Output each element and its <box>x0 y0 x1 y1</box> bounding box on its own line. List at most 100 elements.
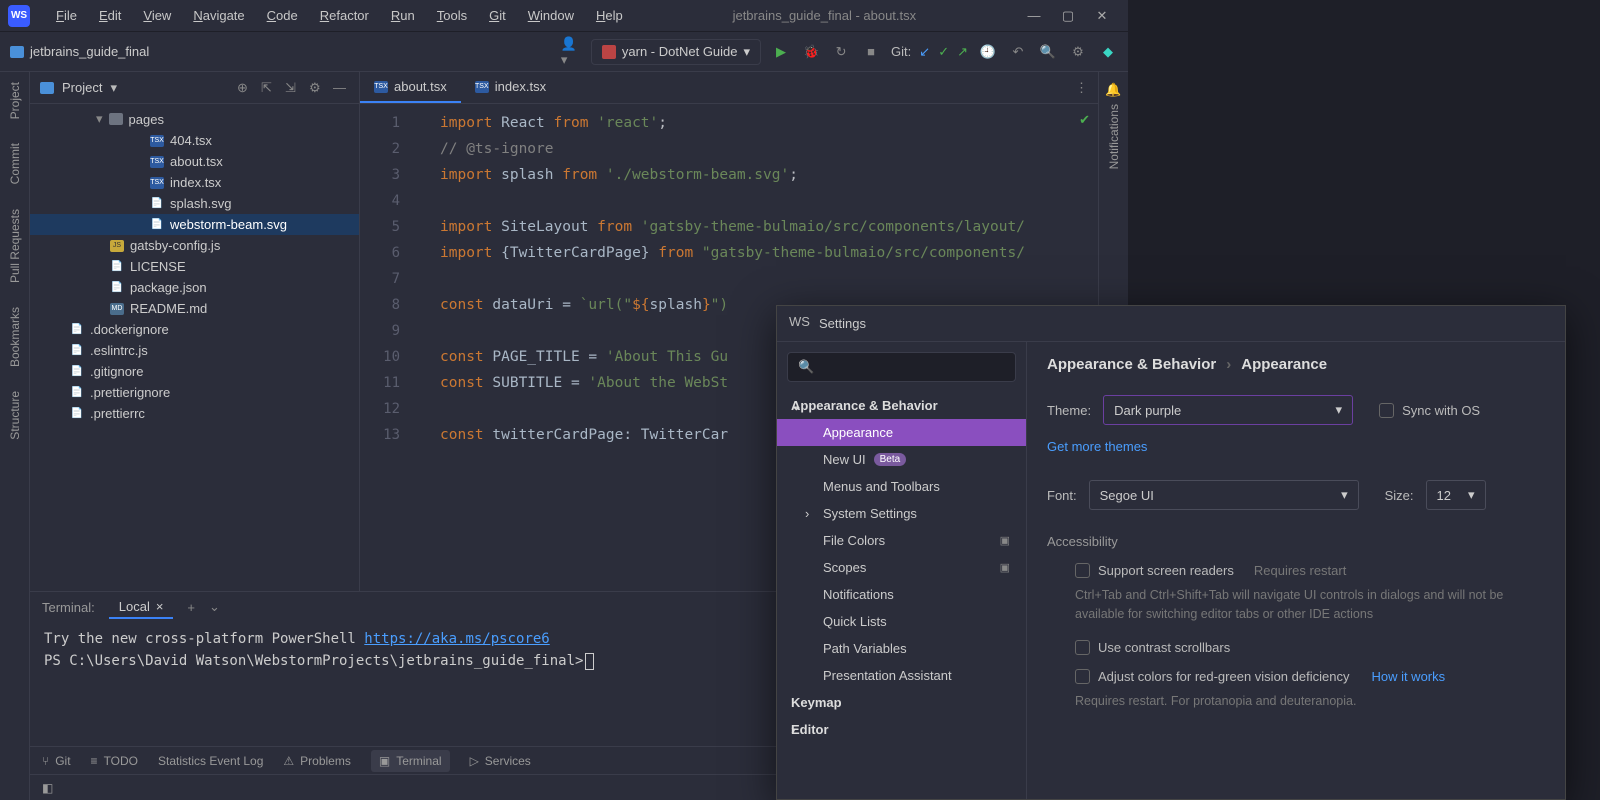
close-button[interactable]: ✕ <box>1094 8 1110 24</box>
new-terminal-icon[interactable]: + <box>187 600 195 615</box>
tree-item-splash-svg[interactable]: 📄splash.svg <box>30 193 359 214</box>
settings-search-input[interactable]: 🔍 <box>787 352 1016 382</box>
tree-item--prettierrc[interactable]: 📄.prettierrc <box>30 403 359 424</box>
tree-item--prettierignore[interactable]: 📄.prettierignore <box>30 382 359 403</box>
settings-item-keymap[interactable]: Keymap <box>777 689 1026 716</box>
tool-windows-icon[interactable]: ◧ <box>42 781 53 795</box>
settings-item-path-variables[interactable]: Path Variables <box>777 635 1026 662</box>
settings-item-notifications[interactable]: Notifications <box>777 581 1026 608</box>
menu-tools[interactable]: Tools <box>427 4 477 27</box>
theme-select[interactable]: Dark purple ▾ <box>1103 395 1353 425</box>
breadcrumb-item[interactable]: Appearance & Behavior <box>1047 356 1216 373</box>
tree-item-README-md[interactable]: MDREADME.md <box>30 298 359 319</box>
editor-tab-index-tsx[interactable]: TSXindex.tsx <box>461 72 560 103</box>
editor-tabs-more-icon[interactable]: ⋮ <box>1065 72 1098 103</box>
settings-tree[interactable]: ⌄Appearance & BehaviorAppearanceNew UIBe… <box>777 392 1026 799</box>
collapse-all-icon[interactable]: ⇲ <box>285 80 301 96</box>
maximize-button[interactable]: ▢ <box>1060 8 1076 24</box>
undo-icon[interactable]: ↶ <box>1008 42 1028 62</box>
inspection-ok-icon[interactable]: ✔ <box>1079 112 1090 128</box>
tree-item-about-tsx[interactable]: TSXabout.tsx <box>30 151 359 172</box>
menu-view[interactable]: View <box>133 4 181 27</box>
settings-item-appearance[interactable]: Appearance <box>777 419 1026 446</box>
settings-icon[interactable]: ⚙ <box>1068 42 1088 62</box>
stripe-structure[interactable]: Structure <box>8 391 22 440</box>
menu-git[interactable]: Git <box>479 4 516 27</box>
tree-item--dockerignore[interactable]: 📄.dockerignore <box>30 319 359 340</box>
menu-edit[interactable]: Edit <box>89 4 131 27</box>
sync-os-checkbox[interactable] <box>1379 403 1394 418</box>
git-commit-icon[interactable]: ✓ <box>938 44 949 60</box>
bottom-tab-git[interactable]: ⑂Git <box>42 754 71 768</box>
settings-item-file-colors[interactable]: File Colors▣ <box>777 527 1026 554</box>
tree-item-package-json[interactable]: 📄package.json <box>30 277 359 298</box>
git-pull-icon[interactable]: ↙ <box>919 44 930 60</box>
tree-item-gatsby-config-js[interactable]: JSgatsby-config.js <box>30 235 359 256</box>
settings-item-menus-and-toolbars[interactable]: Menus and Toolbars <box>777 473 1026 500</box>
tree-item-index-tsx[interactable]: TSXindex.tsx <box>30 172 359 193</box>
hide-icon[interactable]: — <box>333 80 349 96</box>
settings-item-scopes[interactable]: Scopes▣ <box>777 554 1026 581</box>
how-it-works-link[interactable]: How it works <box>1371 669 1445 684</box>
settings-item-editor[interactable]: ›Editor <box>777 716 1026 743</box>
stripe-pull-requests[interactable]: Pull Requests <box>8 209 22 283</box>
menu-run[interactable]: Run <box>381 4 425 27</box>
settings-item-system-settings[interactable]: ›System Settings <box>777 500 1026 527</box>
locate-icon[interactable]: ⊕ <box>237 80 253 96</box>
git-push-icon[interactable]: ↗ <box>957 44 968 60</box>
bottom-tab-statistics-event-log[interactable]: Statistics Event Log <box>158 754 263 768</box>
settings-item-appearance-behavior[interactable]: ⌄Appearance & Behavior <box>777 392 1026 419</box>
settings-item-presentation-assistant[interactable]: Presentation Assistant <box>777 662 1026 689</box>
settings-icon[interactable]: ⚙ <box>309 80 325 96</box>
bottom-tab-services[interactable]: ▷Services <box>470 754 531 768</box>
breadcrumb-project[interactable]: jetbrains_guide_final <box>10 44 149 59</box>
stripe-notifications[interactable]: Notifications <box>1107 104 1121 169</box>
chevron-down-icon[interactable]: ▾ <box>110 80 117 96</box>
menu-refactor[interactable]: Refactor <box>310 4 379 27</box>
services-icon: ▷ <box>470 754 479 768</box>
size-select[interactable]: 12 ▾ <box>1426 480 1486 510</box>
user-icon[interactable]: 👤▾ <box>561 42 581 62</box>
coverage-button[interactable]: ↻ <box>831 42 851 62</box>
tree-item-404-tsx[interactable]: TSX404.tsx <box>30 130 359 151</box>
terminal-tab-local[interactable]: Local × <box>109 596 174 619</box>
menu-help[interactable]: Help <box>586 4 633 27</box>
get-themes-link[interactable]: Get more themes <box>1047 439 1147 454</box>
expand-all-icon[interactable]: ⇱ <box>261 80 277 96</box>
settings-item-quick-lists[interactable]: Quick Lists <box>777 608 1026 635</box>
jetbrains-toolbox-icon[interactable]: ◆ <box>1098 42 1118 62</box>
run-button[interactable]: ▶ <box>771 42 791 62</box>
tree-item-webstorm-beam-svg[interactable]: 📄webstorm-beam.svg <box>30 214 359 235</box>
terminal-link[interactable]: https://aka.ms/pscore6 <box>364 631 549 647</box>
bell-icon[interactable]: 🔔 <box>1105 82 1121 98</box>
menu-navigate[interactable]: Navigate <box>183 4 254 27</box>
stripe-project[interactable]: Project <box>8 82 22 119</box>
adjust-colors-checkbox[interactable] <box>1075 669 1090 684</box>
project-tree[interactable]: ▾pagesTSX404.tsxTSXabout.tsxTSXindex.tsx… <box>30 104 359 591</box>
editor-tab-about-tsx[interactable]: TSXabout.tsx <box>360 72 461 103</box>
run-configuration-selector[interactable]: yarn - DotNet Guide ▾ <box>591 39 761 65</box>
minimize-button[interactable]: — <box>1026 8 1042 24</box>
tree-item--eslintrc-js[interactable]: 📄.eslintrc.js <box>30 340 359 361</box>
menu-window[interactable]: Window <box>518 4 584 27</box>
bottom-tab-problems[interactable]: ⚠Problems <box>283 754 350 768</box>
menu-code[interactable]: Code <box>257 4 308 27</box>
stripe-bookmarks[interactable]: Bookmarks <box>8 307 22 367</box>
terminal-dropdown-icon[interactable]: ⌄ <box>209 599 220 615</box>
font-select[interactable]: Segoe UI ▾ <box>1089 480 1359 510</box>
debug-button[interactable]: 🐞 <box>801 42 821 62</box>
history-icon[interactable]: 🕘 <box>978 42 998 62</box>
settings-item-new-ui[interactable]: New UIBeta <box>777 446 1026 473</box>
contrast-scrollbars-checkbox[interactable] <box>1075 640 1090 655</box>
tree-item-LICENSE[interactable]: 📄LICENSE <box>30 256 359 277</box>
bottom-tab-todo[interactable]: ≡TODO <box>91 754 138 768</box>
close-icon[interactable]: × <box>156 599 164 614</box>
tree-item-pages[interactable]: ▾pages <box>30 108 359 130</box>
menu-file[interactable]: File <box>46 4 87 27</box>
search-icon[interactable]: 🔍 <box>1038 42 1058 62</box>
stripe-commit[interactable]: Commit <box>8 143 22 184</box>
screen-readers-checkbox[interactable] <box>1075 563 1090 578</box>
tree-item--gitignore[interactable]: 📄.gitignore <box>30 361 359 382</box>
stop-button[interactable]: ■ <box>861 42 881 62</box>
bottom-tab-terminal[interactable]: ▣Terminal <box>371 750 450 772</box>
